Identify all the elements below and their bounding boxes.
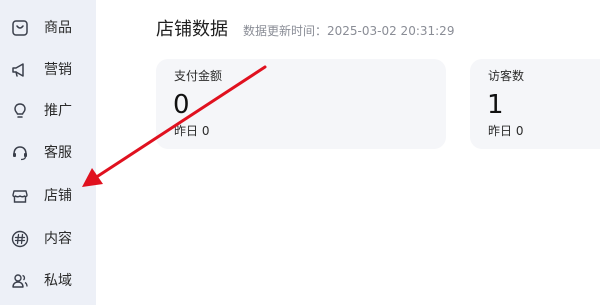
metric-label: 访客数 [488,69,525,83]
metric-card-payment[interactable]: 支付金额 0 昨日 0 [156,59,446,149]
sidebar-item-promotion[interactable]: 推广 [0,96,96,126]
headset-icon [10,143,30,163]
page-title: 店铺数据 [156,19,228,40]
sidebar-item-marketing[interactable]: 营销 [0,55,96,85]
sidebar-item-label: 私域 [44,273,72,289]
sidebar-item-label: 营销 [44,62,72,78]
product-icon [10,18,30,38]
sidebar-item-label: 推广 [44,103,72,119]
store-icon [10,186,30,206]
data-update-time: 数据更新时间：2025-03-02 20:31:29 [243,24,455,38]
metric-card-visitors[interactable]: 访客数 1 昨日 0 [470,59,600,149]
megaphone-icon [10,60,30,80]
sidebar-item-customer-service[interactable]: 客服 [0,138,96,168]
sidebar-item-private-domain[interactable]: 私域 [0,266,96,296]
metric-yesterday: 昨日 0 [488,124,524,138]
sidebar-item-products[interactable]: 商品 [0,13,96,43]
sidebar-item-label: 内容 [44,231,72,247]
sidebar-item-label: 商品 [44,20,72,36]
main-content: 店铺数据 数据更新时间：2025-03-02 20:31:29 支付金额 0 昨… [96,0,600,305]
metric-value: 1 [487,90,504,120]
sidebar: 商品 营销 推广 客服 店铺 内容 私域 [0,0,96,305]
sidebar-item-label: 客服 [44,145,72,161]
bulb-icon [10,101,30,121]
sidebar-item-content[interactable]: 内容 [0,224,96,254]
metric-label: 支付金额 [174,69,223,83]
sidebar-item-store[interactable]: 店铺 [0,181,96,211]
hashtag-icon [10,229,30,249]
sidebar-item-label: 店铺 [44,188,72,204]
metric-yesterday: 昨日 0 [174,124,210,138]
metric-value: 0 [173,90,190,120]
users-icon [10,271,30,291]
